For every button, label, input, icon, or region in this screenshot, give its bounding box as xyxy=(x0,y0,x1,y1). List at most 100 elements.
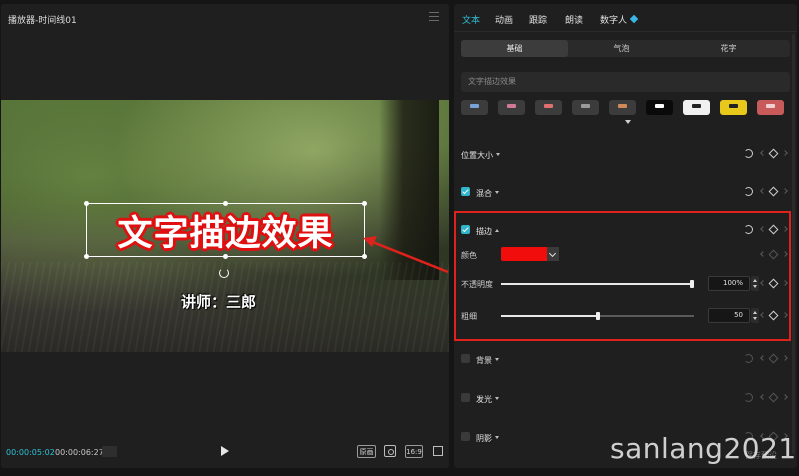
position-size-label: 位置大小 xyxy=(461,150,500,161)
reset-icon[interactable] xyxy=(744,354,753,363)
panel-tabs: 文本 动画 跟踪 朗读 数字人 xyxy=(454,4,797,32)
selection-box[interactable] xyxy=(84,201,367,259)
blend-text: 混合 xyxy=(476,189,492,198)
tab-text[interactable]: 文本 xyxy=(462,13,480,26)
section-background[interactable]: 背景 xyxy=(454,351,797,371)
player-title: 播放器-时间线01 xyxy=(8,16,77,26)
opacity-stepper[interactable] xyxy=(751,276,759,291)
fullscreen-icon[interactable] xyxy=(433,446,443,456)
chevron-down-icon xyxy=(496,153,500,156)
blend-label: 混合 xyxy=(476,188,499,199)
glow-checkbox[interactable] xyxy=(461,393,470,402)
original-quality-button[interactable]: 原画 xyxy=(357,445,376,458)
keyframe-control[interactable] xyxy=(759,278,789,289)
section-stroke[interactable]: 描边 xyxy=(454,222,797,242)
glow-label: 发光 xyxy=(476,394,499,405)
position-size-text: 位置大小 xyxy=(461,151,493,160)
rotate-icon[interactable] xyxy=(219,268,229,278)
chevron-down-icon xyxy=(495,191,499,194)
chevron-down-icon xyxy=(495,358,499,361)
panel-scrollbar[interactable] xyxy=(792,34,795,454)
keyframe-control[interactable] xyxy=(759,310,789,321)
subtab-basic[interactable]: 基础 xyxy=(461,40,568,57)
style-preset[interactable] xyxy=(609,100,636,115)
opacity-input[interactable]: 100% xyxy=(708,276,750,291)
style-preset[interactable] xyxy=(572,100,599,115)
style-preset[interactable] xyxy=(535,100,562,115)
stroke-label: 描边 xyxy=(476,226,499,237)
reset-icon[interactable] xyxy=(744,187,753,196)
style-preset[interactable] xyxy=(461,100,488,115)
keyframe-control[interactable] xyxy=(759,224,789,235)
background-checkbox[interactable] xyxy=(461,354,470,363)
chevron-up-icon xyxy=(495,229,499,232)
player-controls: 00:00:05:02 00:00:06:27 原画 16:9 xyxy=(1,438,449,468)
shadow-label: 阴影 xyxy=(476,433,499,444)
keyframe-control[interactable] xyxy=(759,392,789,403)
resize-handle[interactable] xyxy=(223,201,228,206)
properties-panel: 文本 动画 跟踪 朗读 数字人 基础 气泡 花字 文字描边效果 位置大小 混合 … xyxy=(454,4,797,468)
resize-handle[interactable] xyxy=(362,201,367,206)
thickness-slider[interactable] xyxy=(501,312,694,320)
reset-icon[interactable] xyxy=(744,149,753,158)
fit-icon[interactable] xyxy=(384,445,396,457)
keyframe-control[interactable] xyxy=(759,186,789,197)
opacity-slider-fill xyxy=(501,283,690,285)
chevron-down-icon[interactable] xyxy=(547,247,559,261)
subtab-bubble[interactable]: 气泡 xyxy=(568,40,675,57)
section-glow[interactable]: 发光 xyxy=(454,390,797,410)
keyframe-control[interactable] xyxy=(759,249,789,260)
background-text: 背景 xyxy=(476,356,492,365)
chevron-down-icon xyxy=(495,397,499,400)
blend-checkbox[interactable] xyxy=(461,187,470,196)
style-preset[interactable] xyxy=(498,100,525,115)
resize-handle[interactable] xyxy=(84,254,89,259)
tab-animation[interactable]: 动画 xyxy=(495,13,513,26)
menu-icon[interactable] xyxy=(429,12,439,21)
play-icon[interactable] xyxy=(221,446,229,456)
tab-digital-human[interactable]: 数字人 xyxy=(600,13,639,26)
section-position-size[interactable]: 位置大小 xyxy=(454,146,797,166)
opacity-slider-knob[interactable] xyxy=(690,280,694,288)
annotation-arrow xyxy=(363,236,449,274)
timecode-total: 00:00:06:27 xyxy=(55,448,104,457)
section-blend[interactable]: 混合 xyxy=(454,184,797,204)
chevron-down-icon xyxy=(495,436,499,439)
shadow-text: 阴影 xyxy=(476,434,492,443)
subtab-fancy-text[interactable]: 花字 xyxy=(675,40,782,57)
stroke-checkbox[interactable] xyxy=(461,225,470,234)
thickness-stepper[interactable] xyxy=(751,308,759,323)
style-preset[interactable] xyxy=(646,100,673,115)
shadow-checkbox[interactable] xyxy=(461,432,470,441)
stroke-text: 描边 xyxy=(476,227,492,236)
resize-handle[interactable] xyxy=(84,201,89,206)
style-preset[interactable] xyxy=(683,100,710,115)
keyframe-control[interactable] xyxy=(759,353,789,364)
resize-handle[interactable] xyxy=(223,254,228,259)
timecode-current: 00:00:05:02 xyxy=(6,448,55,457)
reset-icon[interactable] xyxy=(744,225,753,234)
reset-icon[interactable] xyxy=(744,393,753,402)
tab-tracking[interactable]: 跟踪 xyxy=(529,13,547,26)
style-preset[interactable] xyxy=(720,100,747,115)
subtab-bar: 基础 气泡 花字 xyxy=(461,40,790,57)
watermark-text: sanlang2021 xyxy=(610,432,797,465)
style-preset[interactable] xyxy=(757,100,784,115)
opacity-slider[interactable] xyxy=(501,280,694,288)
keyframe-control[interactable] xyxy=(759,148,789,159)
stroke-color-label: 颜色 xyxy=(461,251,477,260)
thickness-slider-knob[interactable] xyxy=(596,312,600,320)
thickness-slider-fill xyxy=(501,315,596,317)
chevron-down-icon[interactable] xyxy=(625,120,631,124)
timeline-icon[interactable] xyxy=(102,446,117,457)
thickness-input[interactable]: 50 xyxy=(708,308,750,323)
ratio-button[interactable]: 16:9 xyxy=(405,445,423,458)
stroke-opacity-label: 不透明度 xyxy=(461,280,493,289)
tab-digital-human-label: 数字人 xyxy=(600,16,628,26)
glow-text: 发光 xyxy=(476,395,492,404)
style-presets xyxy=(461,100,791,124)
text-content-input[interactable]: 文字描边效果 xyxy=(461,72,790,92)
tab-read-aloud[interactable]: 朗读 xyxy=(565,13,583,26)
diamond-icon xyxy=(629,14,639,24)
subtitle-text[interactable]: 讲师：三郎 xyxy=(181,291,256,312)
